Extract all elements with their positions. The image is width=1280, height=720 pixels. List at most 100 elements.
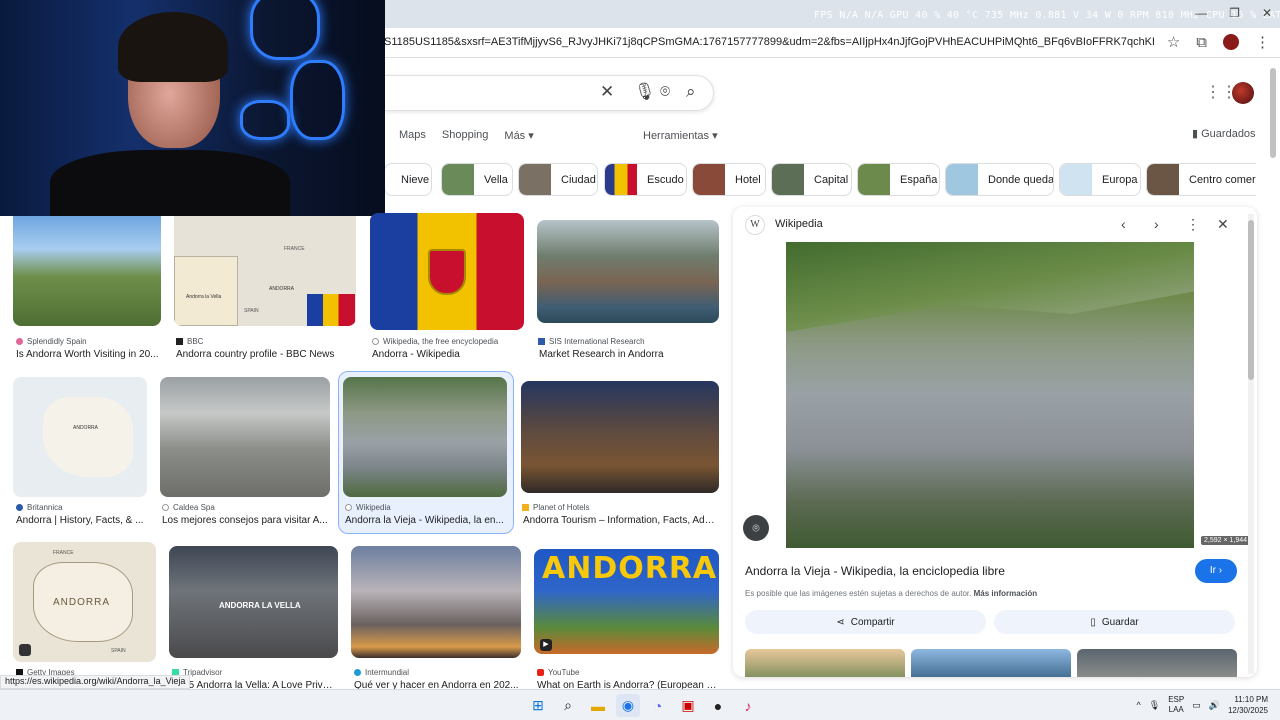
site-favicon-icon <box>372 338 379 345</box>
tab-shopping[interactable]: Shopping <box>442 129 489 142</box>
image-preview-panel: W Wikipedia ‹ › ⋮ ✕ 2,592 × 1,944 ⌾ Ando… <box>733 207 1257 677</box>
red-app-icon[interactable]: ▣ <box>676 694 700 717</box>
result-source: Intermundial <box>354 668 409 677</box>
close-panel-icon[interactable]: ✕ <box>1217 216 1229 233</box>
result-source: Wikipedia, the free encyclopedia <box>372 337 498 346</box>
panel-scroll-thumb[interactable] <box>1248 220 1254 380</box>
previous-icon[interactable]: ‹ <box>1121 216 1126 232</box>
panel-scrollbar[interactable] <box>1248 214 1254 674</box>
bookmark-star-icon[interactable]: ☆ <box>1167 33 1180 51</box>
search-taskbar-icon[interactable]: ⌕ <box>556 694 580 717</box>
close-window-icon[interactable]: ✕ <box>1262 6 1272 20</box>
map-region <box>43 397 133 477</box>
result-image[interactable] <box>160 377 330 497</box>
file-explorer-icon[interactable]: ▬ <box>586 694 610 717</box>
browser-menu-icon[interactable]: ⋮ <box>1255 33 1270 51</box>
andorra-flag-mini <box>307 294 355 326</box>
chip-thumbnail <box>605 164 637 195</box>
page-scroll-thumb[interactable] <box>1270 68 1276 158</box>
cast-icon[interactable]: ⧉ <box>1196 34 1207 51</box>
sign-label: ANDORRA LA VELLA <box>219 601 301 610</box>
lens-search-icon[interactable]: ⌾ <box>743 515 769 541</box>
webcam-overlay <box>0 0 385 216</box>
page-scrollbar[interactable] <box>1270 60 1278 690</box>
site-favicon-icon <box>162 504 169 511</box>
result-image[interactable] <box>370 213 524 330</box>
result-title[interactable]: Andorra country profile - BBC News <box>176 349 356 360</box>
chip-donde-queda[interactable]: Donde queda <box>945 163 1054 196</box>
preview-title[interactable]: Andorra la Vieja - Wikipedia, la enciclo… <box>745 564 1005 578</box>
chip-capital[interactable]: Capital <box>771 163 852 196</box>
result-image[interactable]: ANDORRA LA VELLA <box>169 546 338 658</box>
panel-site-name[interactable]: Wikipedia <box>775 218 823 230</box>
profile-icon[interactable] <box>1223 34 1239 50</box>
obs-icon[interactable]: ● <box>706 694 730 717</box>
related-thumbnail[interactable] <box>745 649 905 677</box>
result-title[interactable]: Andorra Tourism – Information, Facts, Ad… <box>523 515 719 526</box>
andorra-coat-of-arms-icon <box>428 249 466 295</box>
preview-image[interactable] <box>786 242 1194 548</box>
result-image[interactable] <box>351 546 521 658</box>
chip-centro-comercial[interactable]: Centro comercial <box>1146 163 1256 196</box>
mic-icon[interactable]: 🎙 <box>634 82 656 102</box>
share-button[interactable]: ⋖ Compartir <box>745 610 986 634</box>
result-title[interactable]: Is Andorra Worth Visiting in 20... <box>16 349 161 360</box>
mountain-layer <box>786 242 1194 332</box>
tab-more[interactable]: Más ▾ <box>504 129 533 142</box>
chip-espana[interactable]: España <box>857 163 940 196</box>
search-icon[interactable]: ⌕ <box>686 82 696 102</box>
saved-button[interactable]: ▮ Guardados <box>1192 127 1256 140</box>
result-title[interactable]: Los mejores consejos para visitar A... <box>162 515 330 526</box>
result-title[interactable]: Andorra la Vieja - Wikipedia, la en... <box>345 515 505 526</box>
related-thumbnail[interactable] <box>1077 649 1237 677</box>
volume-icon[interactable]: 🔊 <box>1209 700 1220 711</box>
avatar[interactable] <box>1232 82 1254 104</box>
chip-escudo[interactable]: Escudo <box>604 163 687 196</box>
minimize-icon[interactable]: — <box>1195 6 1207 20</box>
close-icon[interactable]: ✕ <box>600 82 614 102</box>
chip-nieve[interactable]: Nieve <box>384 163 432 196</box>
chip-hotel[interactable]: Hotel <box>692 163 766 196</box>
more-options-icon[interactable]: ⋮ <box>1186 216 1200 233</box>
result-title[interactable]: Andorra | History, Facts, & ... <box>16 515 146 526</box>
result-image[interactable] <box>521 381 719 493</box>
next-icon[interactable]: › <box>1154 216 1159 232</box>
site-favicon-icon <box>16 338 23 345</box>
search-box[interactable]: ✕ 🎙 ⌾ ⌕ <box>384 75 714 111</box>
chip-vella[interactable]: Vella <box>441 163 513 196</box>
clock[interactable]: 11:10 PM 12/30/2025 <box>1228 694 1268 716</box>
more-info-link[interactable]: Más información <box>974 589 1038 598</box>
map-label: ANDORRA <box>269 286 295 292</box>
language-indicator[interactable]: ESP LAA <box>1168 695 1184 715</box>
result-image[interactable] <box>537 220 719 323</box>
tab-maps[interactable]: Maps <box>399 129 426 142</box>
result-image[interactable]: FRANCE Andorra la Vella ANDORRA SPAIN <box>174 216 356 326</box>
result-image[interactable]: FRANCE ANDORRA SPAIN <box>13 542 156 662</box>
chip-thumbnail <box>772 164 804 195</box>
map-label: FRANCE <box>53 550 74 556</box>
result-image[interactable] <box>343 377 507 497</box>
chip-thumbnail <box>1060 164 1092 195</box>
result-image[interactable] <box>13 216 161 326</box>
chip-ciudad[interactable]: Ciudad <box>518 163 598 196</box>
result-image[interactable]: ANDORRA <box>13 377 147 497</box>
save-button[interactable]: ▯ Guardar <box>994 610 1235 634</box>
result-title[interactable]: Market Research in Andorra <box>539 349 719 360</box>
chevron-up-icon[interactable]: ^ <box>1137 700 1141 710</box>
windows-start-icon[interactable]: ⊞ <box>526 694 550 717</box>
tools-button[interactable]: Herramientas ▾ <box>643 129 718 142</box>
restore-icon[interactable]: ❐ <box>1229 6 1240 20</box>
neon-light <box>290 60 345 140</box>
related-thumbnail[interactable] <box>911 649 1071 677</box>
url-field[interactable]: S1185US1185&sxsrf=AE3TifMjjyvS6_RJvyJHKi… <box>384 36 1154 48</box>
network-icon[interactable]: ▭ <box>1192 700 1201 711</box>
discord-icon[interactable]: ◔ <box>646 694 670 717</box>
tiktok-icon[interactable]: ♪ <box>736 694 760 717</box>
result-image[interactable]: ANDORRA ▶ <box>534 549 719 654</box>
result-title[interactable]: Andorra - Wikipedia <box>372 349 522 360</box>
camera-icon[interactable]: ⌾ <box>660 82 670 102</box>
mic-tray-icon[interactable]: 🎙 <box>1149 700 1160 711</box>
chrome-icon[interactable]: ◉ <box>616 694 640 717</box>
chip-europa[interactable]: Europa <box>1059 163 1141 196</box>
go-button[interactable]: Ir › <box>1195 559 1237 583</box>
